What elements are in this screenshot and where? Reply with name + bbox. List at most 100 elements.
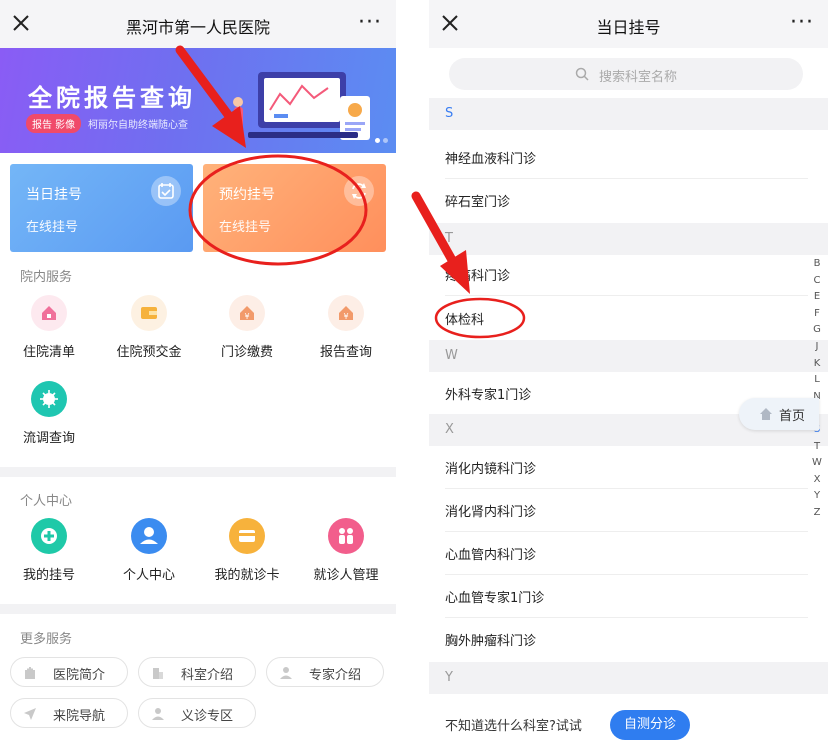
alphabet-letter[interactable]: T: [809, 439, 825, 456]
inpatient-services-heading: 院内服务: [20, 270, 73, 285]
department-label: 消化肾内科门诊: [445, 505, 537, 520]
search-icon: [575, 67, 589, 81]
section-divider: [0, 604, 396, 614]
alphabet-letter[interactable]: Z: [809, 505, 825, 522]
section-divider: [0, 467, 396, 477]
report-banner[interactable]: 全院报告查询 报告 影像 柯丽尔自助终端随心查: [0, 48, 396, 153]
service-label: 个人中心: [122, 568, 175, 583]
alphabet-letter[interactable]: B: [809, 256, 825, 273]
department-item[interactable]: 疼痛科门诊: [429, 253, 828, 296]
pill-hospital-intro[interactable]: 医院简介: [10, 657, 128, 687]
department-item[interactable]: 心血管内科门诊: [429, 532, 828, 575]
close-icon[interactable]: [10, 12, 32, 34]
service-inpatient-list[interactable]: 住院清单: [4, 295, 94, 360]
people-icon: [328, 518, 364, 554]
card-title: 当日挂号: [26, 187, 82, 203]
page-title: 黑河市第一人民医院: [125, 18, 270, 37]
service-my-medical-card[interactable]: 我的就诊卡: [202, 518, 292, 583]
department-item[interactable]: 碎石室门诊: [429, 179, 828, 222]
more-menu-button[interactable]: ···: [358, 12, 382, 34]
banner-subtitle: 柯丽尔自助终端随心查: [88, 120, 188, 131]
card-title: 预约挂号: [219, 187, 275, 203]
alphabet-letter[interactable]: E: [809, 289, 825, 306]
card-subtitle: 在线挂号: [26, 220, 79, 235]
right-title-bar: 当日挂号 ···: [429, 0, 828, 48]
alphabet-letter[interactable]: G: [809, 322, 825, 339]
house-list-icon: [31, 295, 67, 331]
alphabet-letter[interactable]: X: [809, 472, 825, 489]
alphabet-letter[interactable]: L: [809, 372, 825, 389]
same-day-registration-card[interactable]: 当日挂号 在线挂号: [10, 164, 193, 252]
alphabet-letter[interactable]: C: [809, 273, 825, 290]
navigation-icon: [24, 708, 36, 720]
banner-tag: 报告 影像: [26, 114, 82, 133]
group-letter: W: [445, 348, 458, 363]
service-label: 就诊人管理: [313, 568, 379, 583]
hospital-icon: [25, 667, 35, 679]
service-personal-center[interactable]: 个人中心: [104, 518, 194, 583]
refresh-icon: [344, 176, 374, 206]
banner-illustration: [233, 72, 370, 140]
department-item-physical-exam[interactable]: 体检科: [429, 297, 828, 340]
person-icon: [152, 708, 164, 720]
group-header: W: [429, 340, 828, 372]
self-triage-button[interactable]: 自测分诊: [610, 710, 690, 740]
appointment-registration-card[interactable]: 预约挂号 在线挂号: [203, 164, 386, 252]
calendar-icon: [151, 176, 181, 206]
pill-department-intro[interactable]: 科室介绍: [138, 657, 256, 687]
department-label: 神经血液科门诊: [445, 152, 537, 167]
wallet-icon: [131, 295, 167, 331]
department-label: 外科专家1门诊: [445, 388, 532, 403]
left-screen: 黑河市第一人民医院 ··· 全院报告查询 报告 影像 柯丽尔自助终端随心查 当日…: [0, 0, 396, 749]
service-label: 流调查询: [22, 431, 75, 446]
department-item[interactable]: 胸外肿瘤科门诊: [429, 618, 828, 661]
service-epidemiology-query[interactable]: 流调查询: [4, 381, 94, 446]
department-item[interactable]: 消化内镜科门诊: [429, 446, 828, 489]
group-header: Y: [429, 662, 828, 694]
svg-text:¥: ¥: [244, 312, 249, 321]
service-label: 我的就诊卡: [214, 568, 280, 583]
department-item[interactable]: 心血管专家1门诊: [429, 575, 828, 618]
alphabet-letter[interactable]: J: [809, 339, 825, 356]
pill-hospital-navigation[interactable]: 来院导航: [10, 698, 128, 728]
alphabet-letter[interactable]: F: [809, 306, 825, 323]
pill-free-clinic[interactable]: 义诊专区: [138, 698, 256, 728]
home-floating-button[interactable]: 首页: [739, 398, 819, 430]
close-icon[interactable]: [439, 12, 461, 34]
service-outpatient-payment[interactable]: ¥ 门诊缴费: [202, 295, 292, 360]
search-placeholder: 搜索科室名称: [599, 70, 678, 85]
banner-pagination: [372, 128, 388, 147]
alphabet-letter[interactable]: K: [809, 356, 825, 373]
department-item[interactable]: 消化肾内科门诊: [429, 489, 828, 532]
service-report-query[interactable]: ¥ 报告查询: [301, 295, 391, 360]
pill-expert-intro[interactable]: 专家介绍: [266, 657, 384, 687]
more-menu-button[interactable]: ···: [790, 12, 814, 34]
group-letter: T: [445, 231, 453, 246]
plus-circle-icon: [31, 518, 67, 554]
pill-label: 医院简介: [53, 668, 106, 683]
department-label: 碎石室门诊: [445, 195, 511, 210]
group-letter: X: [445, 422, 454, 437]
service-inpatient-deposit[interactable]: 住院预交金: [104, 295, 194, 360]
service-label: 住院清单: [22, 345, 75, 360]
pill-label: 专家介绍: [309, 668, 362, 683]
department-item[interactable]: 神经血液科门诊: [429, 136, 828, 179]
home-icon: [760, 408, 772, 420]
service-patient-management[interactable]: 就诊人管理: [301, 518, 391, 583]
alphabet-letter[interactable]: W: [809, 455, 825, 472]
service-label: 住院预交金: [116, 345, 182, 360]
alphabet-letter[interactable]: Y: [809, 488, 825, 505]
alphabet-index[interactable]: B C E F G J K L N S T W X Y Z: [809, 256, 825, 522]
report-icon: ¥: [328, 295, 364, 331]
group-header: S: [429, 98, 828, 130]
service-label: 报告查询: [319, 345, 372, 360]
payment-icon: ¥: [229, 295, 265, 331]
group-letter: S: [445, 106, 454, 121]
group-header: T: [429, 223, 828, 255]
building-icon: [153, 668, 163, 679]
department-search-input[interactable]: 搜索科室名称: [449, 58, 803, 90]
user-icon: [131, 518, 167, 554]
page-title: 当日挂号: [596, 18, 661, 37]
service-my-registration[interactable]: 我的挂号: [4, 518, 94, 583]
service-label: 我的挂号: [22, 568, 75, 583]
